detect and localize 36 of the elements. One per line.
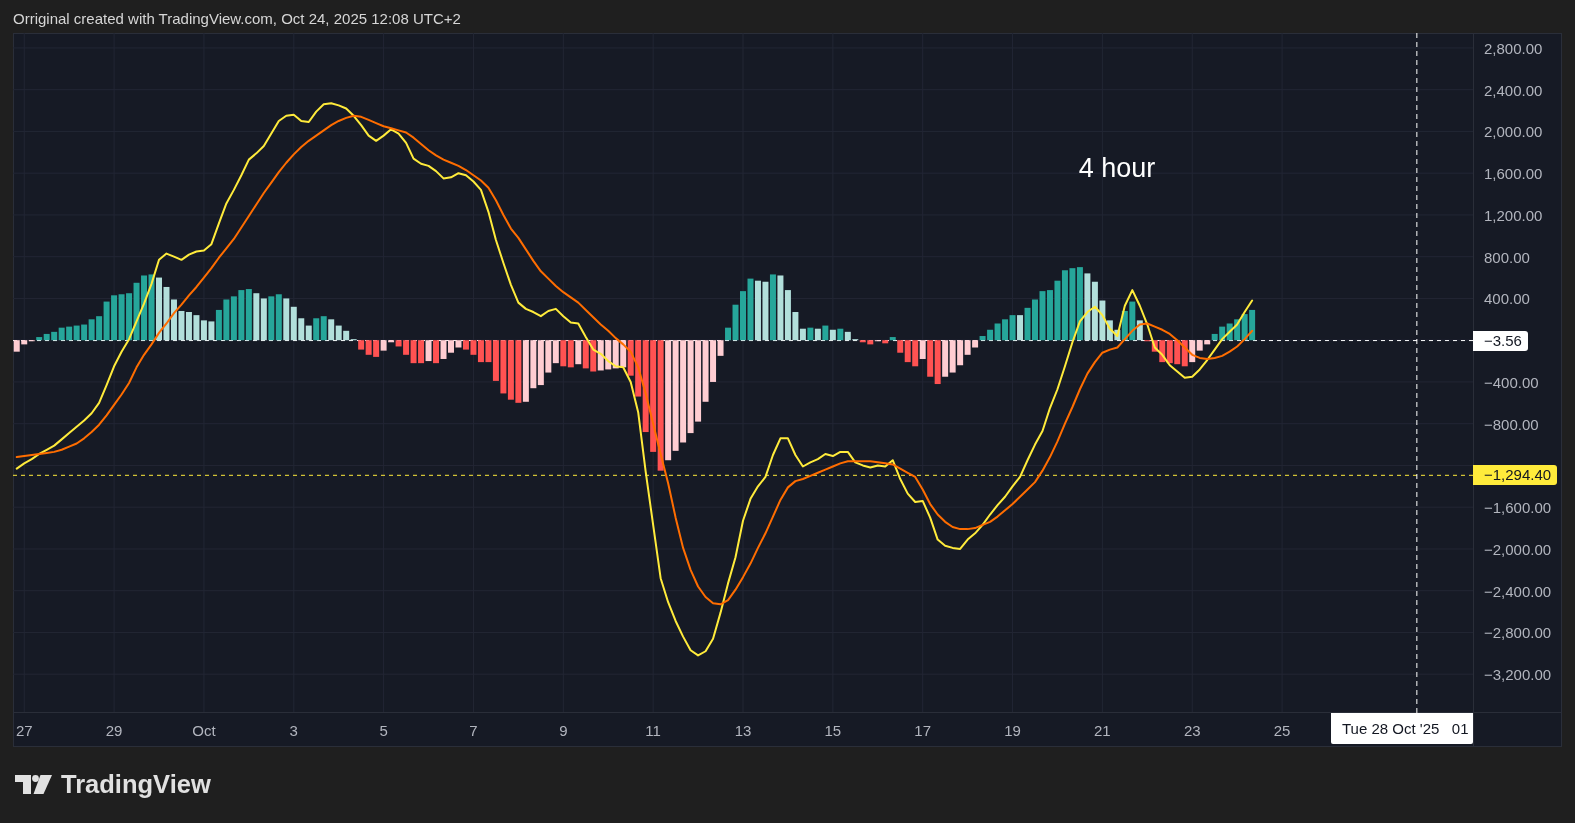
time-axis-label: 25 (1273, 721, 1291, 739)
price-axis-label: 2,800.00 (1484, 39, 1543, 57)
time-label: Tue 28 Oct '25 01 (1331, 713, 1473, 744)
brand-name: TradingView (61, 769, 211, 799)
price-label: −3.56 (1473, 330, 1528, 351)
price-axis-label: −1,600.00 (1484, 498, 1552, 516)
price-axis-label: −3,200.00 (1484, 665, 1552, 683)
chart-note: 4 hour (1078, 152, 1156, 184)
price-axis-label: 2,000.00 (1484, 122, 1543, 140)
price-axis-label: 1,600.00 (1484, 164, 1543, 182)
time-axis-label: 11 (645, 721, 661, 739)
time-axis-label: 27 (15, 721, 33, 739)
time-axis-label: 7 (469, 721, 478, 739)
price-axis-label: −2,800.00 (1484, 623, 1552, 641)
time-axis-label: Oct (192, 721, 216, 739)
price-axis-label: 1,200.00 (1484, 206, 1543, 224)
time-axis-label: 5 (379, 721, 388, 739)
time-axis-label: 21 (1094, 721, 1111, 739)
price-label: −1,294.40 (1473, 465, 1558, 486)
time-axis-label: 23 (1183, 721, 1201, 739)
price-axis-label: 2,400.00 (1484, 81, 1543, 99)
logo-icon (15, 774, 52, 794)
time-axis-label: 3 (289, 721, 298, 739)
price-axis-label: 800.00 (1484, 248, 1530, 266)
price-axis-label: −2,400.00 (1484, 582, 1552, 600)
time-axis-label: 9 (559, 721, 568, 739)
time-axis-label: 15 (824, 721, 842, 739)
price-axis-label: −800.00 (1484, 415, 1539, 433)
price-axis-label: 400.00 (1484, 289, 1530, 307)
time-axis-label: 29 (105, 721, 123, 739)
price-axis-label: −2,000.00 (1484, 540, 1552, 558)
snapshot-caption: Orriginal created with TradingView.com, Oct 24, 2025 12:08 UTC+2 (13, 10, 461, 28)
time-axis-label: 17 (914, 721, 932, 739)
time-axis-label: 19 (1004, 721, 1021, 739)
time-axis-label: 13 (734, 721, 752, 739)
price-axis-label: −400.00 (1484, 373, 1539, 391)
